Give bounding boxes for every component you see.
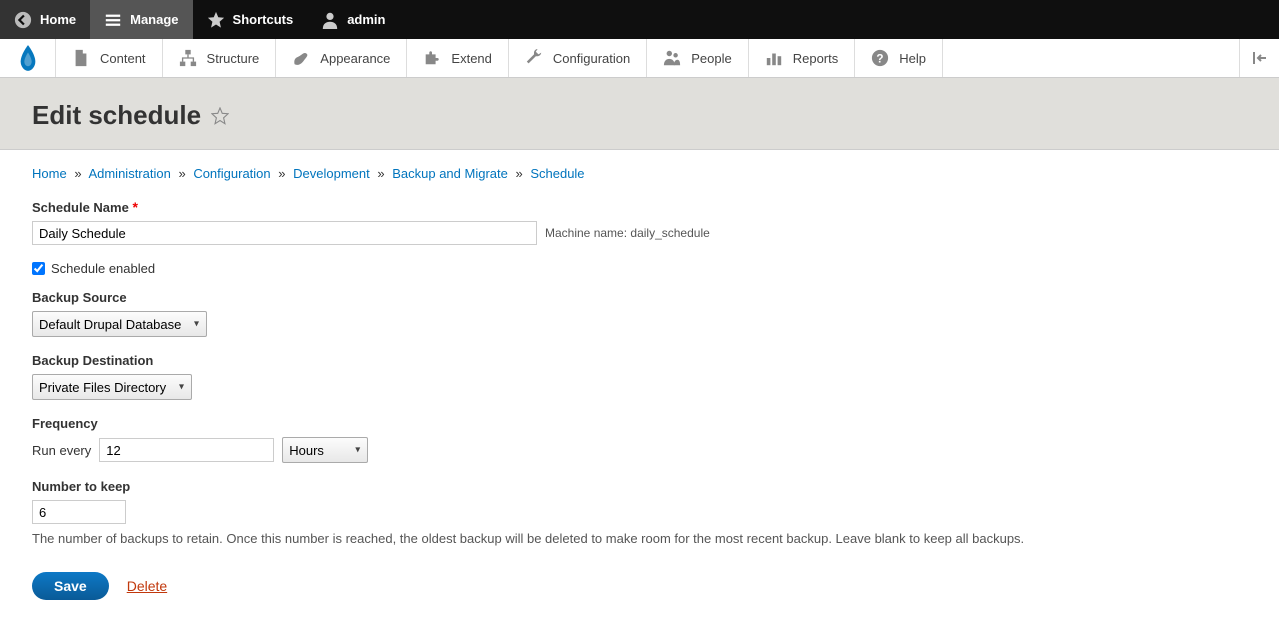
toolbar-user[interactable]: admin: [307, 0, 399, 39]
toolbar-home-label: Home: [40, 12, 76, 27]
help-icon: ?: [871, 49, 889, 67]
breadcrumb-configuration[interactable]: Configuration: [193, 166, 270, 181]
toolbar-top: Home Manage Shortcuts admin: [0, 0, 1279, 39]
page-header: Edit schedule: [0, 78, 1279, 150]
hamburger-icon: [104, 11, 122, 29]
backup-source-label: Backup Source: [32, 290, 1247, 305]
breadcrumb-home[interactable]: Home: [32, 166, 67, 181]
number-to-keep-label: Number to keep: [32, 479, 1247, 494]
menu-reports-label: Reports: [793, 51, 839, 66]
menu-structure[interactable]: Structure: [163, 39, 277, 77]
star-icon: [207, 11, 225, 29]
document-icon: [72, 49, 90, 67]
puzzle-icon: [423, 49, 441, 67]
field-number-to-keep: Number to keep The number of backups to …: [32, 479, 1247, 548]
svg-text:?: ?: [877, 53, 884, 66]
toolbar-user-label: admin: [347, 12, 385, 27]
save-button[interactable]: Save: [32, 572, 109, 600]
field-frequency: Frequency Run every Hours: [32, 416, 1247, 463]
delete-link[interactable]: Delete: [127, 578, 167, 594]
breadcrumb-schedule[interactable]: Schedule: [530, 166, 584, 181]
page-title: Edit schedule: [32, 100, 229, 131]
menu-configuration[interactable]: Configuration: [509, 39, 647, 77]
breadcrumb-development[interactable]: Development: [293, 166, 370, 181]
reports-icon: [765, 49, 783, 67]
menu-people-label: People: [691, 51, 731, 66]
menu-reports[interactable]: Reports: [749, 39, 856, 77]
menu-appearance[interactable]: Appearance: [276, 39, 407, 77]
machine-name: Machine name: daily_schedule: [545, 226, 710, 240]
menu-structure-label: Structure: [207, 51, 260, 66]
enabled-label: Schedule enabled: [51, 261, 155, 276]
backup-destination-label: Backup Destination: [32, 353, 1247, 368]
wrench-icon: [525, 49, 543, 67]
favorite-star-icon[interactable]: [211, 107, 229, 125]
backup-destination-select[interactable]: Private Files Directory: [32, 374, 192, 400]
schedule-name-input[interactable]: [32, 221, 537, 245]
back-icon: [14, 11, 32, 29]
frequency-prefix: Run every: [32, 443, 91, 458]
user-icon: [321, 11, 339, 29]
menu-content[interactable]: Content: [56, 39, 163, 77]
people-icon: [663, 49, 681, 67]
content: Home » Administration » Configuration » …: [0, 150, 1279, 616]
structure-icon: [179, 49, 197, 67]
field-enabled: Schedule enabled: [32, 261, 1247, 276]
number-to-keep-description: The number of backups to retain. Once th…: [32, 530, 1247, 548]
menu-content-label: Content: [100, 51, 146, 66]
frequency-label: Frequency: [32, 416, 1247, 431]
menu-configuration-label: Configuration: [553, 51, 630, 66]
toolbar-manage[interactable]: Manage: [90, 0, 192, 39]
toolbar-manage-label: Manage: [130, 12, 178, 27]
frequency-input[interactable]: [99, 438, 274, 462]
menu-help-label: Help: [899, 51, 926, 66]
breadcrumb-backup-migrate[interactable]: Backup and Migrate: [392, 166, 508, 181]
drupal-logo[interactable]: [0, 39, 56, 77]
admin-menu: Content Structure Appearance Extend Conf…: [0, 39, 1279, 78]
frequency-unit-select[interactable]: Hours: [282, 437, 368, 463]
menu-help[interactable]: ? Help: [855, 39, 943, 77]
breadcrumb: Home » Administration » Configuration » …: [32, 166, 1247, 181]
field-backup-destination: Backup Destination Private Files Directo…: [32, 353, 1247, 400]
enabled-checkbox[interactable]: [32, 262, 45, 275]
toolbar-shortcuts-label: Shortcuts: [233, 12, 294, 27]
menu-appearance-label: Appearance: [320, 51, 390, 66]
menu-people[interactable]: People: [647, 39, 748, 77]
schedule-name-label: Schedule Name *: [32, 199, 1247, 215]
field-backup-source: Backup Source Default Drupal Database: [32, 290, 1247, 337]
backup-source-select[interactable]: Default Drupal Database: [32, 311, 207, 337]
form-actions: Save Delete: [32, 572, 1247, 600]
collapse-menu[interactable]: [1239, 39, 1279, 77]
toolbar-home[interactable]: Home: [0, 0, 90, 39]
field-schedule-name: Schedule Name * Machine name: daily_sche…: [32, 199, 1247, 245]
toolbar-shortcuts[interactable]: Shortcuts: [193, 0, 308, 39]
appearance-icon: [292, 49, 310, 67]
breadcrumb-administration[interactable]: Administration: [88, 166, 170, 181]
menu-extend-label: Extend: [451, 51, 491, 66]
collapse-icon: [1252, 50, 1268, 66]
menu-extend[interactable]: Extend: [407, 39, 508, 77]
number-to-keep-input[interactable]: [32, 500, 126, 524]
